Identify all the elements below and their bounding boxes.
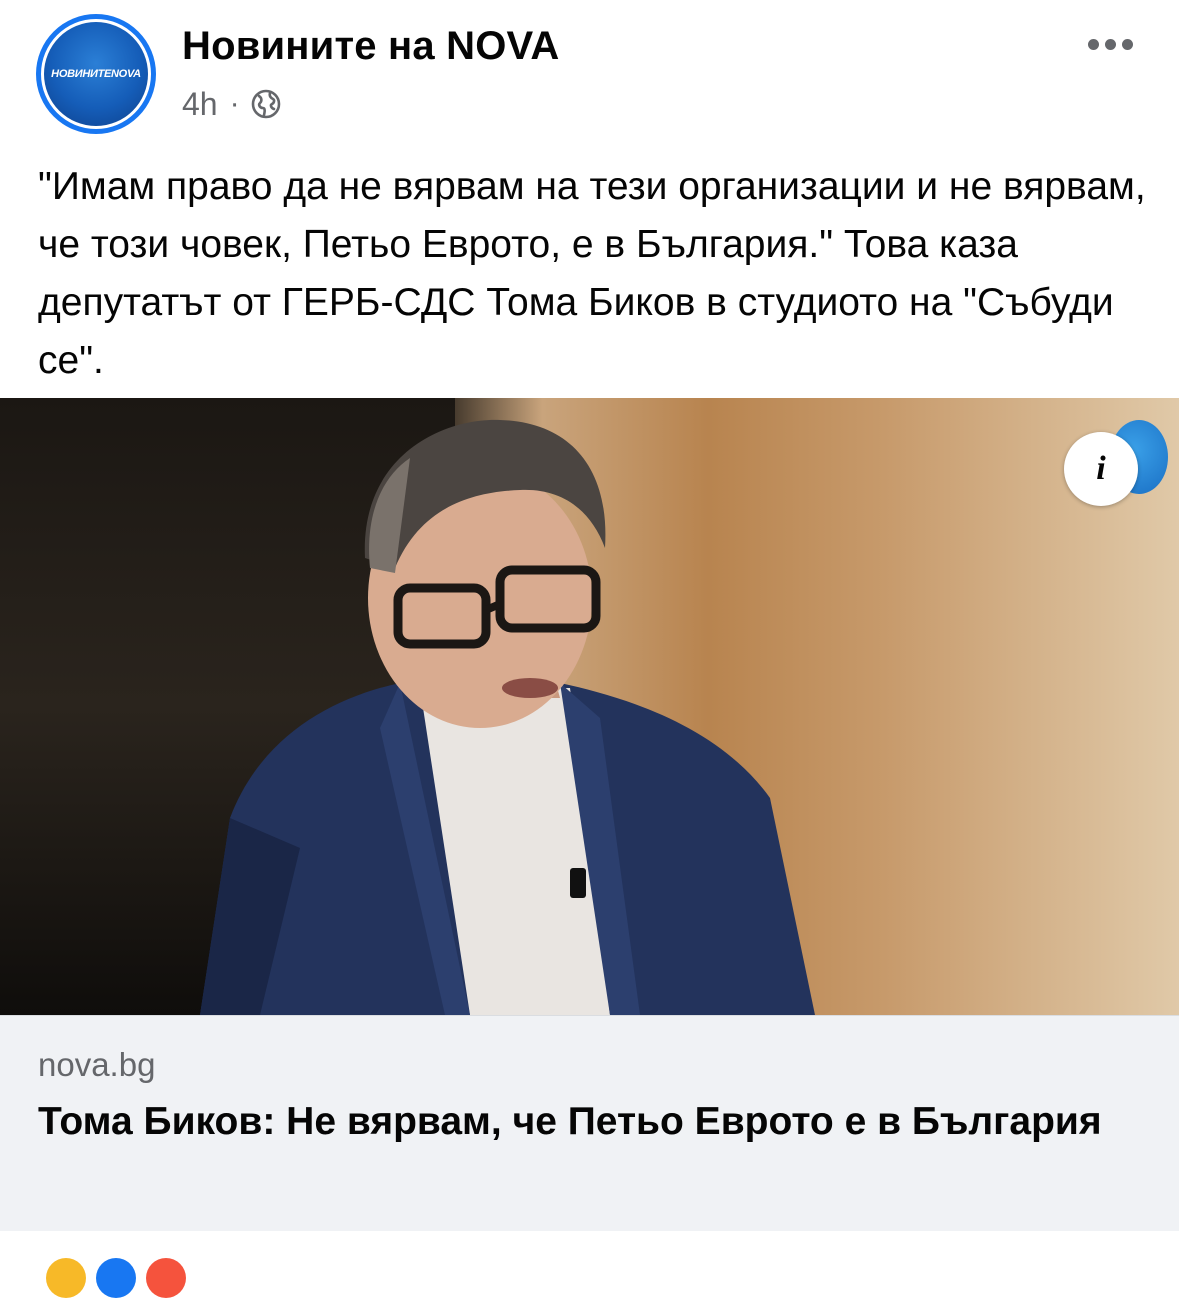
link-title[interactable]: Тома Биков: Не вярвам, че Петьо Еврото е… — [38, 1094, 1138, 1150]
avatar-logo-text: НОВИНИТЕNOVA — [51, 68, 141, 80]
link-domain: nova.bg — [38, 1046, 156, 1083]
info-icon[interactable]: i — [1064, 432, 1138, 506]
meta-separator: · — [229, 87, 240, 120]
post-timestamp[interactable]: 4h — [182, 86, 218, 123]
post-meta: 4h · — [182, 84, 282, 124]
post-body-text: "Имам право да не вярвам на тези организ… — [38, 165, 1146, 382]
reactions-row[interactable] — [46, 1258, 186, 1298]
more-dot — [1088, 38, 1099, 50]
more-dot — [1122, 38, 1133, 50]
more-dot — [1105, 38, 1116, 50]
globe-icon — [251, 89, 280, 119]
haha-reaction-icon — [146, 1258, 186, 1298]
like-reaction-icon — [46, 1258, 86, 1298]
avatar-logo: НОВИНИТЕNOVA — [44, 22, 148, 126]
info-icon-glyph: i — [1096, 450, 1106, 487]
love-reaction-icon — [96, 1258, 136, 1298]
post-header: НОВИНИТЕNOVA Новините на NOVA 4h · — [0, 0, 1179, 140]
page-name-link[interactable]: Новините на NOVA — [182, 24, 560, 69]
page-avatar[interactable]: НОВИНИТЕNOVA — [36, 14, 156, 134]
more-options-icon[interactable] — [1088, 34, 1138, 54]
person-photo — [200, 419, 815, 1015]
link-preview-image[interactable]: i — [0, 398, 1179, 1015]
